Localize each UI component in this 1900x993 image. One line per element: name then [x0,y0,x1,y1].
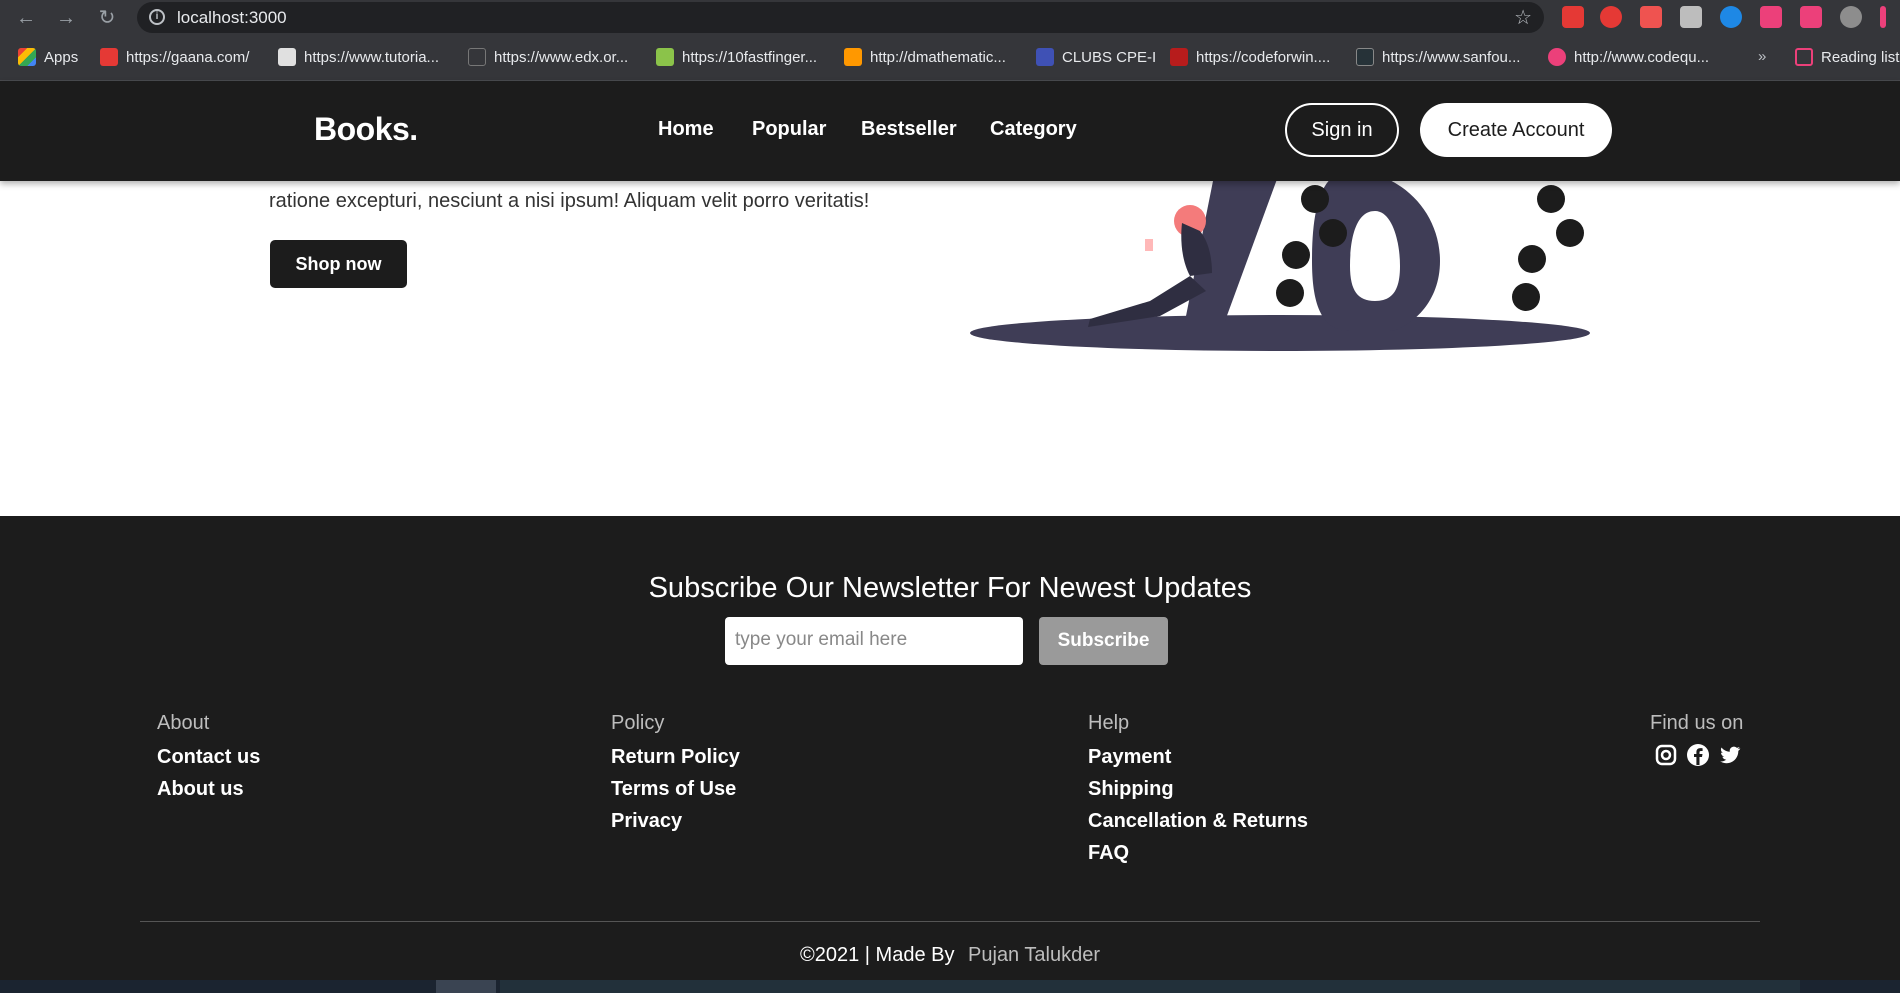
author-link[interactable]: Pujan Talukder [968,944,1100,966]
bookmark-star-icon[interactable]: ☆ [1514,5,1532,30]
address-url: localhost:3000 [177,8,287,27]
social-links [1650,743,1745,767]
subscribe-button[interactable]: Subscribe [1039,617,1168,665]
extension-icon[interactable] [1720,6,1742,28]
tutorialspoint-icon [278,48,296,66]
reading-list-label: Reading list [1821,48,1900,66]
nav-bestseller[interactable]: Bestseller [861,118,957,141]
edx-icon [468,48,486,66]
nav-category[interactable]: Category [990,118,1077,141]
codequotient-icon [1548,48,1566,66]
reading-list-button[interactable]: Reading list [1795,48,1899,66]
bookmarks-bar: Apps https://gaana.com/ https://www.tuto… [0,35,1900,81]
site-footer: Subscribe Our Newsletter For Newest Upda… [0,516,1900,980]
youtube-extension-icon[interactable] [1562,6,1584,28]
bookmark-item[interactable]: https://www.tutoria... [278,48,439,66]
bookmark-item[interactable]: https://www.edx.or... [468,48,628,66]
footer-link-shipping[interactable]: Shipping [1088,773,1308,805]
footer-link-about-us[interactable]: About us [157,773,260,805]
footer-column-about: About Contact us About us [157,712,260,805]
10fastfingers-icon [656,48,674,66]
apps-grid-icon [18,48,36,66]
avatar[interactable] [1840,6,1862,28]
extension-icon[interactable] [1680,6,1702,28]
instagram-icon[interactable] [1654,743,1678,767]
taskbar-area [500,980,1800,993]
facebook-icon[interactable] [1686,743,1710,767]
newsletter-title: Subscribe Our Newsletter For Newest Upda… [648,572,1252,604]
shop-now-button[interactable]: Shop now [270,240,407,288]
sanfoundry-icon [1356,48,1374,66]
bookmark-item[interactable]: Apps [18,48,78,66]
twitter-icon[interactable] [1718,743,1742,767]
clubs-icon [1036,48,1054,66]
bookmark-item[interactable]: https://gaana.com/ [100,48,249,66]
reading-woman-illustration [970,181,1590,351]
bookmark-item[interactable]: https://10fastfinger... [656,48,817,66]
dmathematics-icon [844,48,862,66]
column-heading: About [157,712,210,734]
reading-list-icon [1795,48,1813,66]
find-us-heading: Find us on [1650,712,1744,734]
os-taskbar [0,980,1900,993]
extension-icon[interactable] [1640,6,1662,28]
reload-icon[interactable]: ↻ [95,6,119,30]
forward-arrow-icon[interactable]: → [54,6,78,30]
email-input[interactable]: type your email here [725,617,1023,665]
codeforwin-icon [1170,48,1188,66]
footer-column-policy: Policy Return Policy Terms of Use Privac… [611,712,740,837]
bookmark-item[interactable]: https://codeforwin.... [1170,48,1330,66]
column-heading: Help [1088,712,1130,734]
bookmark-item[interactable]: http://www.codequ... [1548,48,1709,66]
footer-link-cancellation-returns[interactable]: Cancellation & Returns [1088,805,1308,837]
bookmark-label: https://www.tutoria... [304,48,440,66]
bookmark-label: https://www.edx.or... [494,48,629,66]
column-heading: Policy [611,712,665,734]
footer-column-help: Help Payment Shipping Cancellation & Ret… [1088,712,1308,869]
footer-column-social: Find us on [1650,712,1745,767]
footer-link-terms-of-use[interactable]: Terms of Use [611,773,740,805]
bookmark-item[interactable]: https://www.sanfou... [1356,48,1520,66]
footer-divider [140,921,1760,922]
footer-link-payment[interactable]: Payment [1088,741,1308,773]
puzzle-extensions-icon[interactable] [1760,6,1782,28]
bookmark-label: http://dmathematic... [870,48,1006,66]
footer-link-contact-us[interactable]: Contact us [157,741,260,773]
nav-home[interactable]: Home [658,118,714,141]
footer-link-privacy[interactable]: Privacy [611,805,740,837]
media-control-icon[interactable] [1800,6,1822,28]
bookmark-item[interactable]: http://dmathematic... [844,48,1006,66]
bookmark-label: https://10fastfinger... [682,48,818,66]
browser-toolbar: ← → ↻ i localhost:3000 ☆ [0,0,1900,35]
footer-link-faq[interactable]: FAQ [1088,837,1308,869]
taskbar-app-button[interactable] [436,980,496,993]
bookmark-label: Apps [44,48,79,66]
site-header: Books. Home Popular Bestseller Category … [0,81,1900,181]
menu-dots-icon[interactable] [1880,6,1886,28]
bookmark-label: CLUBS CPE-I [1062,48,1157,66]
sign-in-button[interactable]: Sign in [1285,103,1399,157]
logo[interactable]: Books. [314,111,418,148]
nav-popular[interactable]: Popular [752,118,826,141]
bookmarks-overflow-button[interactable]: » [1758,48,1766,65]
back-arrow-icon[interactable]: ← [14,6,38,30]
bookmark-label: https://www.sanfou... [1382,48,1521,66]
create-account-button[interactable]: Create Account [1420,103,1612,157]
bookmark-item[interactable]: CLUBS CPE-I [1036,48,1156,66]
bookmark-label: https://codeforwin.... [1196,48,1331,66]
copyright-text: ©2021 | Made By [800,944,955,966]
bookmark-label: http://www.codequ... [1574,48,1710,66]
footer-link-return-policy[interactable]: Return Policy [611,741,740,773]
adblock-extension-icon[interactable] [1600,6,1622,28]
gaana-icon [100,48,118,66]
address-bar[interactable]: i localhost:3000 ☆ [137,2,1544,33]
bookmark-label: https://gaana.com/ [126,48,250,66]
site-info-icon[interactable]: i [149,9,165,25]
hero-description: ratione excepturi, nesciunt a nisi ipsum… [269,190,870,212]
copyright: ©2021 | Made By Pujan Talukder [0,944,1900,967]
